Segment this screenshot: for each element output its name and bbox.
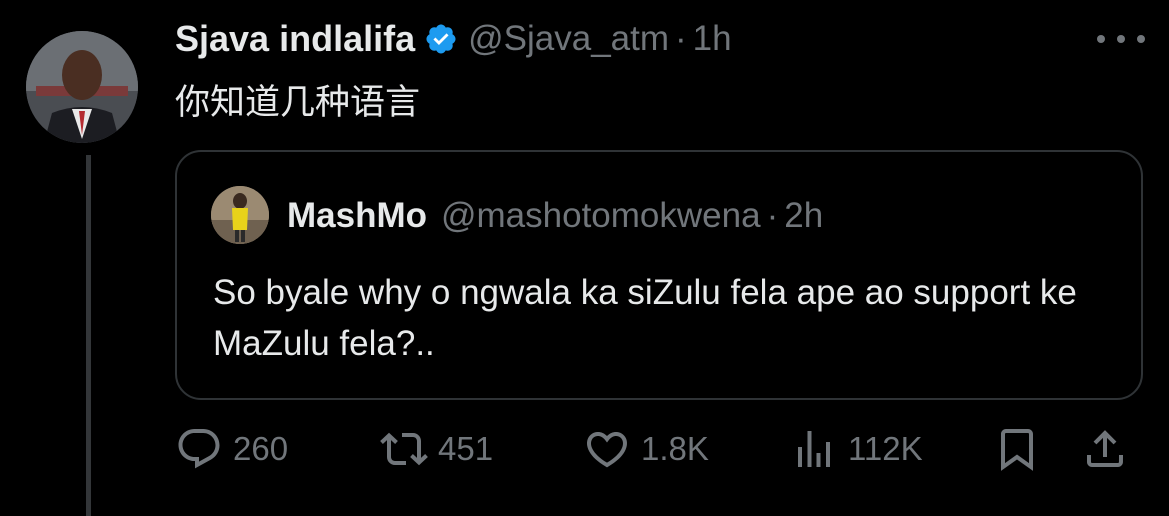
heart-icon (583, 425, 631, 473)
quoted-tweet[interactable]: MashMo @mashotomokwena · 2h So byale why… (175, 150, 1143, 400)
quoted-author-avatar (211, 186, 269, 244)
reply-bubble-icon (175, 425, 223, 473)
quoted-separator-dot: · (766, 196, 779, 235)
repost-count: 451 (438, 430, 494, 467)
repost-arrows-icon (380, 425, 428, 473)
like-button[interactable]: 1.8K (583, 424, 709, 474)
author-name[interactable]: Sjava indlalifa (175, 18, 415, 60)
quoted-tweet-text: So byale why o ngwala ka siZulu fela ape… (213, 273, 1077, 363)
author-avatar[interactable] (26, 31, 138, 143)
quoted-author-handle[interactable]: @mashotomokwena (441, 196, 761, 236)
bookmark-button[interactable] (993, 424, 1041, 474)
thread-line (86, 155, 91, 516)
views-bar-chart-icon (790, 425, 838, 473)
action-bar: 260 451 1.8K 112K (175, 424, 1145, 474)
repost-button[interactable]: 451 (380, 424, 493, 474)
reply-count: 260 (233, 430, 289, 467)
bookmark-icon (993, 425, 1041, 473)
quoted-author-name[interactable]: MashMo (287, 196, 427, 236)
separator-dot: · (675, 19, 687, 58)
share-upload-icon (1081, 425, 1129, 473)
like-count: 1.8K (641, 430, 709, 467)
tweet-text: 你知道几种语言 (175, 83, 421, 123)
quoted-tweet-header: MashMo @mashotomokwena · 2h (287, 192, 823, 240)
reply-button[interactable]: 260 (175, 424, 288, 474)
views-button[interactable]: 112K (790, 424, 923, 474)
author-handle[interactable]: @Sjava_atm (468, 19, 669, 59)
tweet-header: Sjava indlalifa @Sjava_atm · 1h (175, 16, 1145, 62)
views-count: 112K (848, 430, 923, 467)
share-button[interactable] (1081, 424, 1129, 474)
verified-badge-icon (424, 22, 458, 56)
quoted-tweet-time[interactable]: 2h (784, 196, 823, 236)
more-dots-icon[interactable] (1097, 26, 1145, 52)
tweet-time[interactable]: 1h (693, 19, 732, 59)
